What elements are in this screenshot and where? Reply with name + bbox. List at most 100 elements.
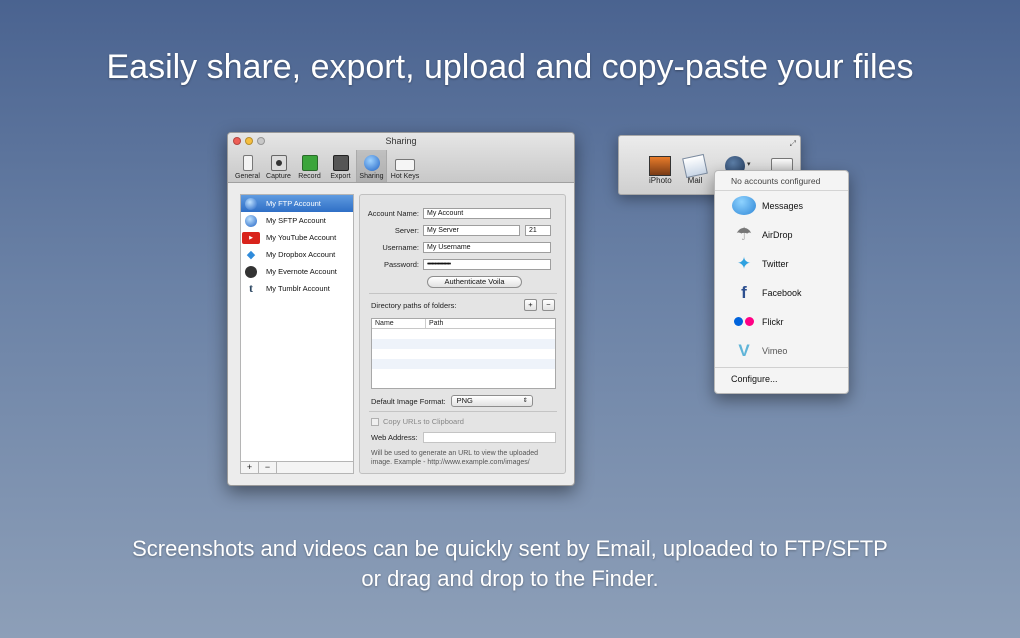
server-row: Server: My Server 21 [360, 225, 551, 236]
account-list: My FTP Account My SFTP Account ▶ My YouT… [240, 194, 354, 474]
dropbox-icon: ◆ [246, 249, 256, 261]
format-value: PNG [456, 396, 473, 405]
chevron-updown-icon: ⇕ [522, 398, 528, 404]
share-label: Mail [687, 176, 703, 185]
table-row [372, 359, 555, 369]
copy-urls-checkbox[interactable] [371, 417, 379, 426]
toolbar: General Capture Record Export Sharing Ho… [232, 150, 423, 182]
menu-item-flickr[interactable]: Flickr [715, 307, 848, 336]
add-directory-button[interactable]: + [524, 299, 537, 311]
server-label: Server: [394, 226, 419, 235]
password-label: Password: [383, 260, 419, 269]
directory-table: Name Path [371, 318, 556, 389]
menu-divider [715, 367, 848, 368]
tab-general[interactable]: General [232, 150, 263, 182]
account-item-youtube[interactable]: ▶ My YouTube Account [241, 229, 353, 246]
web-address-hint: Will be used to generate an URL to view … [371, 450, 539, 466]
account-item-dropbox[interactable]: ◆ My Dropbox Account [241, 246, 353, 263]
server-field[interactable]: My Server [423, 225, 520, 236]
share-mail[interactable]: Mail [682, 153, 708, 185]
format-select[interactable]: PNG ⇕ [450, 395, 533, 407]
globe-icon [245, 214, 257, 227]
configure-menu-item[interactable]: Configure... [715, 370, 848, 388]
youtube-icon: ▶ [242, 231, 260, 244]
add-account-button[interactable]: + [241, 462, 259, 474]
share-iphoto[interactable]: iPhoto [649, 156, 672, 185]
menu-label: Flickr [762, 316, 784, 327]
iphoto-icon [649, 156, 672, 176]
title-bar: Sharing General Capture Record Export Sh… [228, 133, 574, 183]
flickr-icon [732, 311, 756, 333]
account-label: My Tumblr Account [266, 284, 330, 293]
tab-label: Sharing [359, 173, 384, 180]
account-item-ftp[interactable]: My FTP Account [241, 195, 353, 212]
table-row [372, 339, 555, 349]
tab-sharing[interactable]: Sharing [356, 150, 387, 182]
vimeo-icon: V [738, 340, 750, 360]
directory-label: Directory paths of folders: [371, 301, 457, 310]
column-name[interactable]: Name [372, 319, 426, 328]
airdrop-icon: ☂ [735, 224, 753, 244]
account-list-footer: + − [241, 461, 353, 474]
username-row: Username: My Username [360, 242, 551, 253]
port-field[interactable]: 21 [525, 225, 551, 236]
tab-label: Export [330, 173, 351, 180]
table-row [372, 369, 555, 379]
divider [369, 293, 557, 294]
tab-capture[interactable]: Capture [263, 150, 294, 182]
tab-label: Record [298, 173, 321, 180]
menu-header: No accounts configured [715, 171, 848, 191]
account-settings-panel: Account Name: My Account Server: My Serv… [359, 194, 566, 474]
tab-export[interactable]: Export [325, 150, 356, 182]
mail-icon [682, 153, 708, 179]
copy-urls-label: Copy URLs to Clipboard [383, 417, 464, 426]
divider [369, 411, 557, 412]
remove-account-button[interactable]: − [259, 462, 277, 474]
table-row [372, 329, 555, 339]
evernote-icon [245, 265, 257, 278]
web-address-field[interactable] [422, 432, 556, 443]
account-item-sftp[interactable]: My SFTP Account [241, 212, 353, 229]
preferences-window: Sharing General Capture Record Export Sh… [227, 132, 575, 486]
chevron-down-icon[interactable]: ▾ [747, 160, 751, 168]
tab-label: General [235, 173, 260, 180]
password-field[interactable]: •••••••••••••••• [423, 259, 551, 270]
tab-label: Hot Keys [390, 173, 420, 180]
menu-item-airdrop[interactable]: ☂ AirDrop [715, 220, 848, 249]
tab-hot-keys[interactable]: Hot Keys [387, 150, 423, 182]
keyboard-icon [395, 159, 415, 171]
headline: Easily share, export, upload and copy-pa… [106, 48, 914, 86]
username-field[interactable]: My Username [423, 242, 551, 253]
menu-label: Messages [762, 200, 804, 211]
tab-record[interactable]: Record [294, 150, 325, 182]
remove-directory-button[interactable]: − [542, 299, 555, 311]
menu-item-messages[interactable]: Messages [715, 191, 848, 220]
resize-icon[interactable]: ⤢ [790, 139, 796, 149]
account-label: My Evernote Account [266, 267, 337, 276]
menu-item-facebook[interactable]: f Facebook [715, 278, 848, 307]
menu-label: Vimeo [762, 345, 788, 356]
account-item-evernote[interactable]: My Evernote Account [241, 263, 353, 280]
menu-item-twitter[interactable]: ✦ Twitter [715, 249, 848, 278]
account-name-label: Account Name: [367, 209, 419, 218]
twitter-icon: ✦ [736, 253, 752, 273]
video-camera-icon [301, 155, 318, 171]
table-row [372, 349, 555, 359]
table-header: Name Path [372, 319, 555, 329]
share-label: iPhoto [649, 176, 672, 185]
authenticate-button[interactable]: Authenticate Voila [427, 276, 522, 288]
window-title: Sharing [385, 136, 417, 146]
format-label: Default Image Format: [371, 396, 446, 406]
account-name-field[interactable]: My Account [423, 208, 551, 219]
tab-label: Capture [266, 173, 291, 180]
account-label: My FTP Account [266, 199, 321, 208]
export-icon [332, 155, 349, 171]
menu-item-vimeo[interactable]: V Vimeo [715, 336, 848, 365]
account-label: My Dropbox Account [266, 250, 336, 259]
camera-icon [270, 155, 287, 171]
globe-icon [363, 155, 380, 171]
web-address-label: Web Address: [371, 433, 418, 442]
messages-icon [732, 195, 756, 217]
account-item-tumblr[interactable]: t My Tumblr Account [241, 280, 353, 297]
column-path[interactable]: Path [426, 319, 443, 328]
